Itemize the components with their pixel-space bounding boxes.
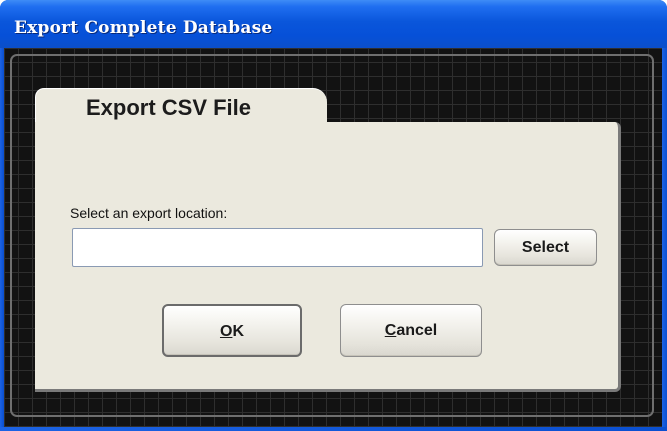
cancel-mnemonic: C xyxy=(384,322,397,339)
select-button[interactable]: Select xyxy=(494,229,597,266)
window-frame-right xyxy=(662,48,667,431)
ok-button[interactable]: OK xyxy=(162,304,302,357)
tab-label: Export CSV File xyxy=(85,95,252,120)
select-button-label: Select xyxy=(521,239,570,256)
cancel-label-rest: ancel xyxy=(396,322,438,339)
export-location-input[interactable] xyxy=(72,228,483,267)
window-frame-bottom xyxy=(0,427,667,431)
ok-mnemonic: O xyxy=(219,323,233,340)
window-title: Export Complete Database xyxy=(14,18,273,38)
cancel-button[interactable]: Cancel xyxy=(340,304,482,357)
ok-label-rest: K xyxy=(232,323,244,340)
title-bar[interactable]: Export Complete Database xyxy=(0,0,667,48)
export-location-label: Select an export location: xyxy=(70,205,228,221)
export-dialog-window: Export Complete Database Export CSV File… xyxy=(0,0,667,431)
